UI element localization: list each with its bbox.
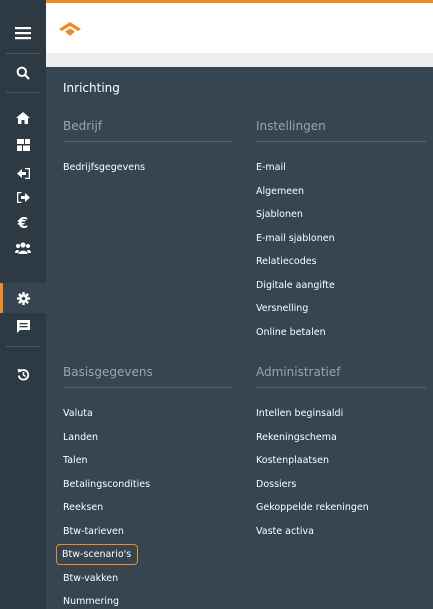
menu-item-bedrijfsgegevens[interactable]: Bedrijfsgegevens	[63, 156, 233, 180]
column-basisgegevens: Basisgegevens Valuta Landen Talen Betali…	[56, 365, 233, 609]
users-icon[interactable]	[0, 233, 46, 263]
rail-divider	[6, 53, 40, 54]
menu-item-label: Dossiers	[256, 478, 297, 490]
gear-icon[interactable]	[0, 283, 46, 313]
chat-icon-svg	[16, 319, 30, 333]
column-bedrijf: Bedrijf Bedrijfsgegevens	[63, 119, 233, 180]
menu-item-sjablonen[interactable]: Sjablonen	[256, 203, 426, 227]
hamburger-icon-svg	[15, 27, 31, 40]
list-instellingen: E-mail Algemeen Sjablonen E-mail sjablon…	[256, 156, 426, 344]
menu-item-label: Betalingscondities	[63, 478, 151, 490]
menu-item-digitale-aangifte[interactable]: Digitale aangifte	[256, 274, 426, 298]
list-administratief: Intellen beginsaldi Rekeningschema Koste…	[256, 402, 426, 543]
panel-title: Inrichting	[63, 81, 120, 95]
menu-item-label: Btw-vakken	[63, 572, 119, 584]
menu-item-label: Sjablonen	[256, 209, 303, 220]
top-bar	[46, 0, 433, 53]
search-icon[interactable]	[0, 58, 46, 88]
brand-logo-icon[interactable]	[59, 22, 81, 36]
menu-item-label: Reeksen	[63, 502, 104, 513]
search-icon-svg	[16, 66, 30, 80]
menu-item-nummering[interactable]: Nummering	[63, 590, 233, 609]
menu-item-label: Vaste activa	[256, 525, 314, 537]
menu-item-online-betalen[interactable]: Online betalen	[256, 321, 426, 345]
gear-icon-svg	[16, 291, 30, 305]
list-bedrijf: Bedrijfsgegevens	[63, 156, 233, 180]
menu-item-rekeningschema[interactable]: Rekeningschema	[256, 426, 426, 450]
menu-item-talen[interactable]: Talen	[63, 449, 233, 473]
menu-item-label: Gekoppelde rekeningen	[256, 502, 369, 513]
rail-divider	[6, 92, 40, 93]
menu-item-label: E-mail sjablonen	[256, 232, 335, 244]
menu-item-label: Digitale aangifte	[256, 279, 335, 291]
menu-item-label: Valuta	[63, 408, 93, 419]
menu-item-e-mail-sjablonen[interactable]: E-mail sjablonen	[256, 227, 426, 251]
hamburger-icon[interactable]	[0, 18, 46, 48]
column-administratief: Administratief Intellen beginsaldi Reken…	[256, 365, 426, 543]
menu-item-reeksen[interactable]: Reeksen	[63, 496, 233, 520]
rail-divider	[6, 346, 40, 347]
menu-item-e-mail[interactable]: E-mail	[256, 156, 426, 180]
menu-item-label: Algemeen	[256, 185, 304, 197]
list-basisgegevens: Valuta Landen Talen Betalingscondities R…	[56, 402, 233, 609]
menu-item-versnelling[interactable]: Versnelling	[256, 297, 426, 321]
history-icon[interactable]	[0, 359, 46, 389]
menu-item-btw-vakken[interactable]: Btw-vakken	[63, 567, 233, 591]
column-heading-basisgegevens: Basisgegevens	[63, 365, 233, 388]
menu-item-btw-tarieven[interactable]: Btw-tarieven	[63, 520, 233, 544]
column-heading-administratief: Administratief	[256, 365, 426, 388]
menu-item-label: Talen	[63, 455, 88, 466]
menu-item-dossiers[interactable]: Dossiers	[256, 473, 426, 497]
menu-item-gekoppelde-rekeningen[interactable]: Gekoppelde rekeningen	[256, 496, 426, 520]
menu-item-algemeen[interactable]: Algemeen	[256, 180, 426, 204]
settings-mega-menu: Inrichting Bedrijf Bedrijfsgegevens Inst…	[46, 67, 433, 609]
content-strip	[46, 53, 433, 67]
euro-icon-glyph: €	[17, 214, 29, 232]
column-heading-instellingen: Instellingen	[256, 119, 426, 142]
menu-item-intellen-beginsaldi[interactable]: Intellen beginsaldi	[256, 402, 426, 426]
dashboard-icon[interactable]	[0, 130, 46, 160]
menu-item-betalingscondities[interactable]: Betalingscondities	[63, 473, 233, 497]
chat-icon[interactable]	[0, 311, 46, 341]
menu-item-relatiecodes[interactable]: Relatiecodes	[256, 250, 426, 274]
menu-item-label: Btw-tarieven	[63, 525, 124, 537]
menu-item-valuta[interactable]: Valuta	[63, 402, 233, 426]
menu-item-landen[interactable]: Landen	[63, 426, 233, 450]
menu-item-label: Rekeningschema	[256, 431, 337, 443]
menu-item-label: E-mail	[256, 162, 286, 173]
menu-item-label: Online betalen	[256, 326, 326, 338]
highlighted-menu-item-label: Btw-scenario's	[56, 544, 139, 565]
menu-item-label: Relatiecodes	[256, 256, 317, 267]
sidebar-rail: €	[0, 0, 46, 609]
home-icon[interactable]	[0, 103, 46, 133]
menu-item-label: Intellen beginsaldi	[256, 408, 344, 419]
menu-item-kostenplaatsen[interactable]: Kostenplaatsen	[256, 449, 426, 473]
home-icon-svg	[16, 112, 30, 124]
menu-item-label: Nummering	[63, 596, 120, 607]
menu-item-btw-scenarios[interactable]: Btw-scenario's	[56, 543, 233, 567]
history-icon-svg	[17, 368, 29, 381]
menu-item-vaste-activa[interactable]: Vaste activa	[256, 520, 426, 544]
menu-item-label: Kostenplaatsen	[256, 455, 329, 466]
menu-item-label: Landen	[63, 431, 99, 443]
column-instellingen: Instellingen E-mail Algemeen Sjablonen E…	[256, 119, 426, 344]
column-heading-bedrijf: Bedrijf	[63, 119, 233, 142]
menu-item-label: Bedrijfsgegevens	[63, 162, 146, 173]
menu-item-label: Versnelling	[256, 303, 309, 314]
users-icon-svg	[15, 242, 31, 254]
dashboard-icon-svg	[16, 139, 30, 151]
sign-out-icon-svg	[16, 191, 30, 203]
sign-in-icon-svg	[16, 167, 30, 179]
